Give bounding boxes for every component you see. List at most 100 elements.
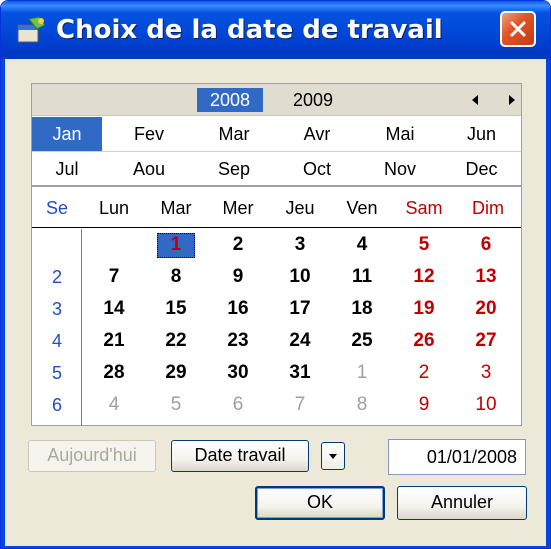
calendar-day[interactable]: 30 [207, 357, 269, 389]
calendar-day[interactable]: 8 [331, 389, 393, 421]
calendar-day[interactable]: 7 [83, 261, 145, 293]
month-sep[interactable]: Sep [194, 152, 274, 186]
calendar-day[interactable]: 6 [455, 229, 517, 261]
calendar-day[interactable]: 4 [331, 229, 393, 261]
calendar-day[interactable]: 27 [455, 325, 517, 357]
month-fev[interactable]: Fev [108, 117, 190, 151]
calendar-day[interactable]: 11 [331, 261, 393, 293]
calendar-day[interactable]: 16 [207, 293, 269, 325]
calendar-day[interactable]: 9 [207, 261, 269, 293]
calendar-day[interactable]: 5 [393, 229, 455, 261]
today-button[interactable]: Aujourd'hui [28, 440, 156, 472]
day-number: 3 [294, 234, 306, 255]
day-number: 6 [232, 394, 244, 415]
year-2008[interactable]: 2008 [197, 88, 263, 112]
weekday-header-mer: Mer [222, 198, 254, 218]
day-number: 8 [356, 394, 368, 415]
calendar-day[interactable]: 18 [331, 293, 393, 325]
week-number [32, 229, 82, 261]
month-jan[interactable]: Jan [32, 117, 102, 151]
month-mai[interactable]: Mai [358, 117, 442, 151]
calendar-day[interactable]: 26 [393, 325, 455, 357]
day-number: 4 [356, 234, 368, 255]
window-title: Choix de la date de travail [56, 15, 443, 45]
month-mar[interactable]: Mar [194, 117, 274, 151]
calendar-day[interactable]: 2 [393, 357, 455, 389]
calendar-day[interactable]: 4 [83, 389, 145, 421]
calendar-day[interactable]: 29 [145, 357, 207, 389]
calendar-day[interactable]: 24 [269, 325, 331, 357]
calendar-day[interactable]: 3 [269, 229, 331, 261]
month-selector: Jan Fev Mar Avr Mai Jun Jul Aou Sep Oct Nov Dec [32, 117, 521, 188]
calendar-day[interactable]: 8 [145, 261, 207, 293]
calendar-day[interactable]: 6 [207, 389, 269, 421]
day-number: 1 [356, 362, 368, 383]
day-number: 22 [165, 330, 187, 351]
work-date-button[interactable]: Date travail [171, 440, 309, 472]
day-number: 18 [351, 298, 373, 319]
day-number: 5 [170, 394, 182, 415]
day-number: 5 [418, 234, 430, 255]
calendar-day[interactable]: 9 [393, 389, 455, 421]
day-number: 14 [103, 298, 125, 319]
day-number: 9 [418, 394, 430, 415]
week-number: 2 [51, 267, 62, 287]
calendar-day[interactable]: 21 [83, 325, 145, 357]
calendar-day[interactable]: 2 [207, 229, 269, 261]
calendar-day[interactable]: 10 [269, 261, 331, 293]
day-number: 29 [165, 362, 187, 383]
month-avr[interactable]: Avr [276, 117, 358, 151]
day-number: 6 [480, 234, 492, 255]
calendar-day[interactable]: 5 [145, 389, 207, 421]
day-number: 4 [108, 394, 120, 415]
year-2009[interactable]: 2009 [280, 88, 346, 112]
cancel-button[interactable]: Annuler [397, 486, 527, 520]
day-number: 19 [413, 298, 435, 319]
calendar-day[interactable]: 1 [331, 357, 393, 389]
close-button[interactable] [500, 11, 536, 47]
prev-year-arrow-icon[interactable] [472, 95, 478, 105]
date-input[interactable]: 01/01/2008 [388, 439, 526, 475]
weekday-header-mar: Mar [160, 198, 192, 218]
month-aou[interactable]: Aou [108, 152, 190, 186]
calendar-day[interactable]: 7 [269, 389, 331, 421]
work-date-dropdown-button[interactable] [321, 442, 345, 470]
day-number: 15 [165, 298, 187, 319]
weekday-header-dim: Dim [472, 198, 504, 218]
day-number: 11 [351, 266, 373, 287]
calendar-day[interactable]: 10 [455, 389, 517, 421]
month-jun[interactable]: Jun [442, 117, 521, 151]
month-oct[interactable]: Oct [276, 152, 358, 186]
day-number: 7 [294, 394, 306, 415]
week-number: 3 [51, 299, 62, 319]
calendar-day[interactable]: 25 [331, 325, 393, 357]
month-nov[interactable]: Nov [358, 152, 442, 186]
calendar-day[interactable]: 13 [455, 261, 517, 293]
month-jul[interactable]: Jul [32, 152, 102, 186]
calendar-day[interactable]: 22 [145, 325, 207, 357]
day-number: 7 [108, 266, 120, 287]
day-number: 12 [413, 266, 435, 287]
day-number: 28 [103, 362, 125, 383]
chevron-down-icon [329, 454, 337, 459]
calendar-day[interactable]: 3 [455, 357, 517, 389]
week-number: 6 [51, 395, 62, 415]
weekday-header-lun: Lun [98, 198, 130, 218]
calendar-day[interactable]: 20 [455, 293, 517, 325]
calendar-day[interactable]: 28 [83, 357, 145, 389]
calendar-day[interactable]: 14 [83, 293, 145, 325]
calendar-day[interactable]: 15 [145, 293, 207, 325]
ok-button[interactable]: OK [255, 486, 385, 520]
calendar-day-selected[interactable]: 1 [145, 229, 207, 261]
month-dec[interactable]: Dec [442, 152, 521, 186]
calendar-day[interactable]: 12 [393, 261, 455, 293]
calendar-day[interactable]: 19 [393, 293, 455, 325]
title-bar[interactable]: Choix de la date de travail [1, 1, 550, 59]
day-number: 30 [227, 362, 249, 383]
calendar-day[interactable]: 31 [269, 357, 331, 389]
calendar-day[interactable]: 23 [207, 325, 269, 357]
day-number: 31 [289, 362, 311, 383]
day-number: 20 [475, 298, 497, 319]
next-year-arrow-icon[interactable] [509, 95, 515, 105]
calendar-day[interactable]: 17 [269, 293, 331, 325]
